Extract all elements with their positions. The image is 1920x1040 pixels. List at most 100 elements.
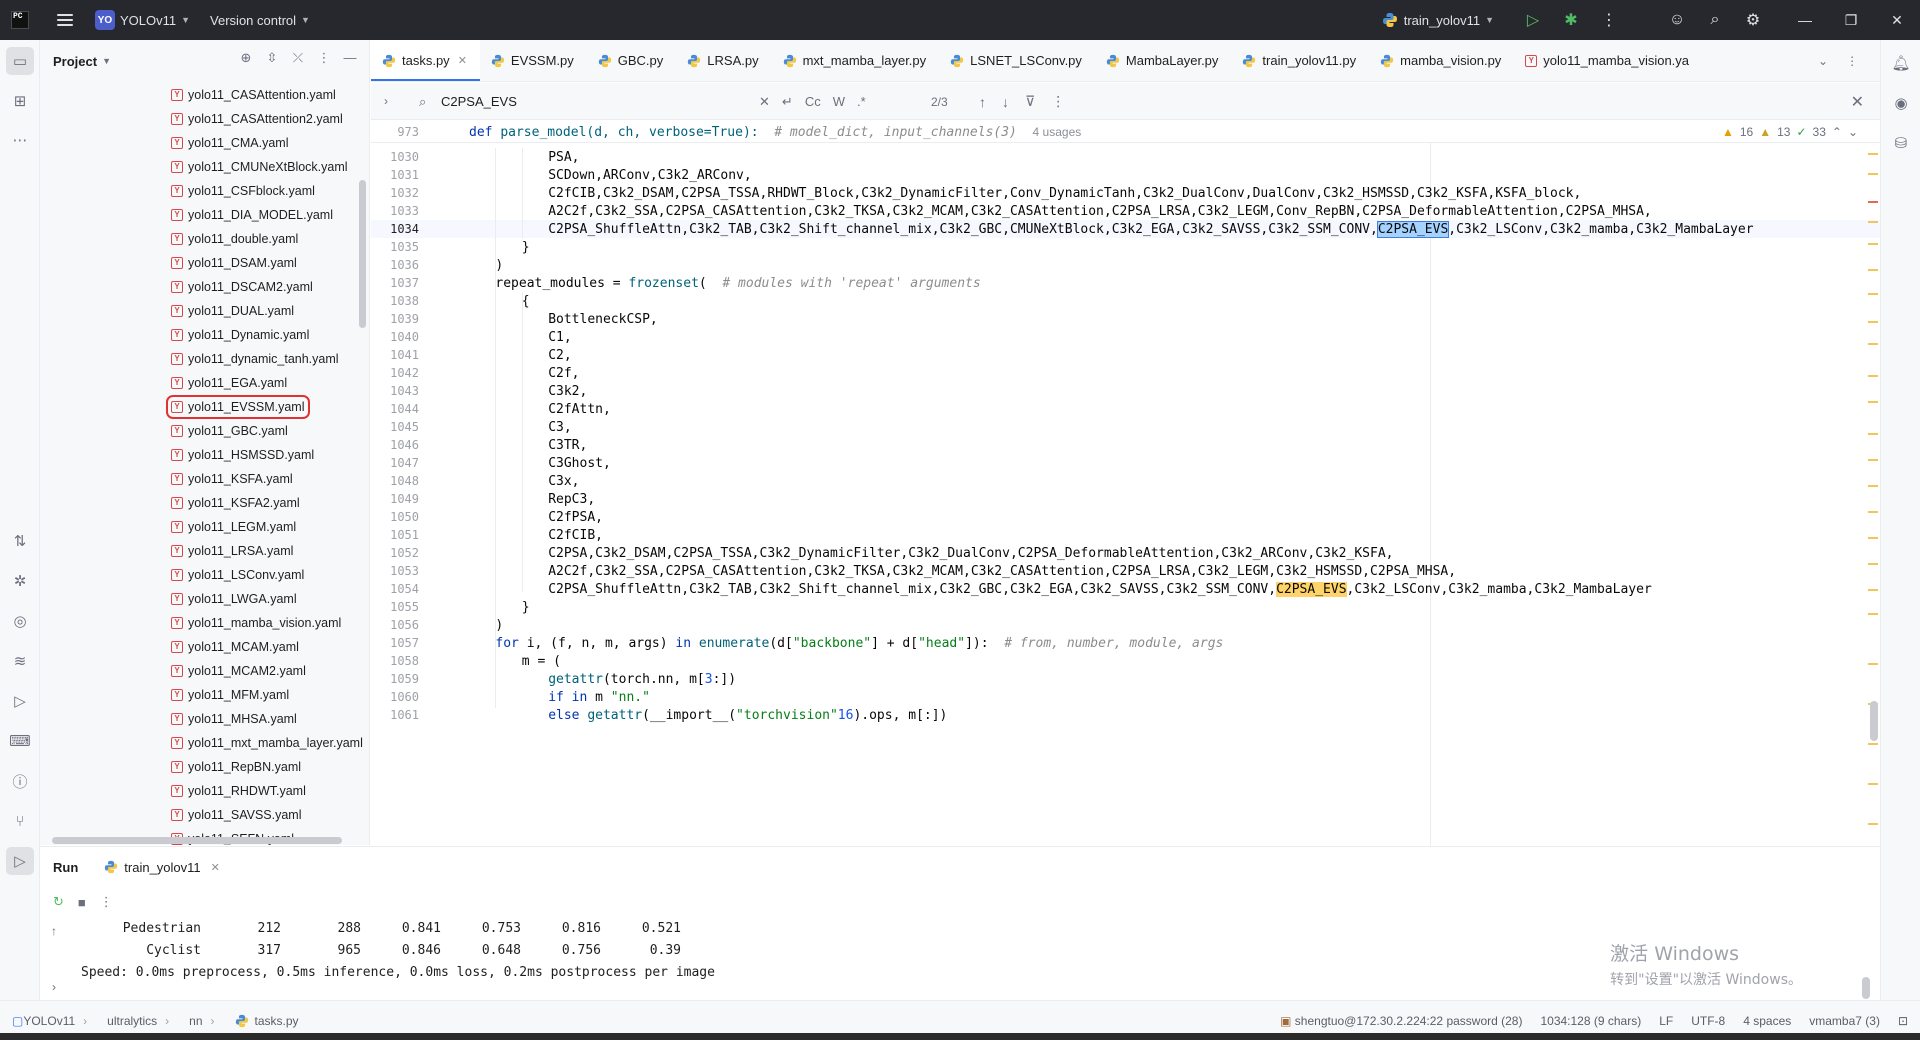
- filter-icon[interactable]: ⊽: [1025, 93, 1035, 110]
- error-stripe-mark[interactable]: [1868, 201, 1878, 203]
- more-tools-icon[interactable]: ⋯: [6, 126, 34, 154]
- find-input[interactable]: [441, 94, 681, 109]
- file-tree-item[interactable]: Yyolo11_DIA_MODEL.yaml: [40, 203, 369, 227]
- tabs-dropdown-icon[interactable]: ⌄: [1818, 54, 1828, 68]
- locate-file-icon[interactable]: ⊕: [235, 50, 257, 66]
- file-tree-item[interactable]: Yyolo11_CASAttention.yaml: [40, 83, 369, 107]
- error-stripe-mark[interactable]: [1868, 269, 1878, 271]
- settings-gear-icon[interactable]: ⚙: [1734, 0, 1772, 40]
- file-tree-item[interactable]: Yyolo11_DUAL.yaml: [40, 299, 369, 323]
- stop-icon[interactable]: ■: [78, 895, 86, 910]
- code-line[interactable]: 1037 repeat_modules = frozenset( # module…: [371, 274, 1880, 292]
- run-more-icon[interactable]: ⋮: [100, 894, 113, 910]
- line-separator[interactable]: LF: [1659, 1014, 1673, 1028]
- file-tree-item[interactable]: Yyolo11_CMUNeXtBlock.yaml: [40, 155, 369, 179]
- next-highlight-icon[interactable]: ⌄: [1848, 125, 1858, 139]
- search-everywhere-icon[interactable]: ⌕: [1696, 0, 1734, 40]
- code-line[interactable]: 1030 PSA,: [371, 148, 1880, 166]
- code-line[interactable]: 1060 if in m "nn.": [371, 688, 1880, 706]
- structure-icon[interactable]: ⊞: [6, 87, 34, 115]
- code-line[interactable]: 1039 BottleneckCSP,: [371, 310, 1880, 328]
- collapse-all-icon[interactable]: ⤫: [287, 50, 309, 66]
- scroll-up-icon[interactable]: ↑: [40, 917, 68, 945]
- run-icon[interactable]: ▷: [1514, 0, 1552, 40]
- file-tree-item[interactable]: Yyolo11_EGA.yaml: [40, 371, 369, 395]
- breadcrumb-item[interactable]: ultralytics: [107, 1014, 157, 1028]
- code-line[interactable]: 1035}: [371, 238, 1880, 256]
- options-icon[interactable]: ⋮: [313, 50, 335, 66]
- error-stripe-mark[interactable]: [1868, 743, 1878, 745]
- error-stripe-mark[interactable]: [1868, 343, 1878, 345]
- python-packages-icon[interactable]: ◎: [6, 607, 34, 635]
- indent-setting[interactable]: 4 spaces: [1743, 1014, 1791, 1028]
- clear-search-icon[interactable]: ✕: [759, 94, 770, 110]
- error-stripe-mark[interactable]: [1868, 321, 1878, 323]
- editor-vertical-scrollbar[interactable]: [1870, 701, 1878, 741]
- error-stripe-mark[interactable]: [1868, 823, 1878, 825]
- find-field[interactable]: ⌕: [411, 88, 771, 115]
- code-line[interactable]: 1061 else getattr(__import__("torchvision…: [371, 706, 1880, 724]
- console-output[interactable]: Pedestrian 212 288 0.841 0.753 0.816 0.521 Cycl…: [81, 917, 715, 983]
- file-encoding[interactable]: UTF-8: [1691, 1014, 1725, 1028]
- minimize-window-icon[interactable]: —: [1782, 0, 1828, 40]
- tab-yolo11-mamba-vision-ya[interactable]: Yyolo11_mamba_vision.ya: [1514, 40, 1702, 81]
- file-tree-item[interactable]: Yyolo11_dynamic_tanh.yaml: [40, 347, 369, 371]
- error-stripe-mark[interactable]: [1868, 375, 1878, 377]
- match-case-toggle[interactable]: Cc: [805, 94, 821, 109]
- database-icon[interactable]: ⛁: [1887, 129, 1915, 157]
- bug-icon[interactable]: ✲: [6, 567, 34, 595]
- code-line[interactable]: 1032 C2fCIB,C3k2_DSAM,C2PSA_TSSA,RHDWT_Bl…: [371, 184, 1880, 202]
- error-stripe-mark[interactable]: [1868, 221, 1878, 223]
- interpreter-status[interactable]: ▣ shengtuo@172.30.2.224:22 password (28): [1280, 1014, 1522, 1028]
- code-line[interactable]: 1036): [371, 256, 1880, 274]
- error-stripe-mark[interactable]: [1868, 783, 1878, 785]
- caret-position[interactable]: 1034:128 (9 chars): [1540, 1014, 1641, 1028]
- find-options-icon[interactable]: ⋮: [1051, 93, 1065, 110]
- close-find-icon[interactable]: ✕: [1851, 83, 1864, 120]
- tab-mambalayer-py[interactable]: MambaLayer.py: [1095, 40, 1232, 81]
- file-tree-item[interactable]: Yyolo11_Dynamic.yaml: [40, 323, 369, 347]
- error-stripe-mark[interactable]: [1868, 563, 1878, 565]
- file-tree-item[interactable]: Yyolo11_DSCAM2.yaml: [40, 275, 369, 299]
- code-line[interactable]: 1045 C3,: [371, 418, 1880, 436]
- close-tab-icon[interactable]: ✕: [211, 861, 220, 874]
- error-stripe-mark[interactable]: [1868, 293, 1878, 295]
- error-stripe-mark[interactable]: [1868, 433, 1878, 435]
- file-tree-item[interactable]: Yyolo11_MHSA.yaml: [40, 707, 369, 731]
- tab-mamba-vision-py[interactable]: mamba_vision.py: [1369, 40, 1514, 81]
- file-tree-item[interactable]: Yyolo11_RHDWT.yaml: [40, 779, 369, 803]
- breadcrumb-item[interactable]: ▢ YOLOv11: [12, 1014, 75, 1028]
- regex-toggle[interactable]: .*: [857, 94, 866, 109]
- error-stripe-mark[interactable]: [1868, 613, 1878, 615]
- error-stripe-mark[interactable]: [1868, 459, 1878, 461]
- error-stripe-mark[interactable]: [1868, 173, 1878, 175]
- run-tool-icon[interactable]: ▷: [6, 847, 34, 875]
- error-stripe-mark[interactable]: [1868, 153, 1878, 155]
- rerun-icon[interactable]: ↻: [53, 894, 64, 910]
- file-tree-item[interactable]: Yyolo11_LSConv.yaml: [40, 563, 369, 587]
- terminal-icon[interactable]: ⌨: [6, 727, 34, 755]
- tree-horizontal-scrollbar[interactable]: [52, 837, 342, 844]
- file-tree-item[interactable]: Yyolo11_KSFA2.yaml: [40, 491, 369, 515]
- previous-highlight-icon[interactable]: ⌃: [1832, 125, 1842, 139]
- whole-word-toggle[interactable]: W: [833, 94, 845, 109]
- code-line[interactable]: 1040 C1,: [371, 328, 1880, 346]
- file-tree-item[interactable]: Yyolo11_HSMSSD.yaml: [40, 443, 369, 467]
- close-window-icon[interactable]: ✕: [1874, 0, 1920, 40]
- readonly-lock-icon[interactable]: ⊡: [1898, 1014, 1908, 1028]
- scroll-down-icon[interactable]: ›: [40, 973, 68, 1001]
- inspection-summary[interactable]: ▲ 16 ▲ 13 ✓ 33 ⌃ ⌄: [1722, 121, 1858, 143]
- code-line[interactable]: 1047 C3Ghost,: [371, 454, 1880, 472]
- error-stripe-mark[interactable]: [1868, 511, 1878, 513]
- previous-match-icon[interactable]: ↑: [979, 94, 986, 110]
- file-tree-item[interactable]: Yyolo11_LRSA.yaml: [40, 539, 369, 563]
- code-line[interactable]: 1053 A2C2f,C3k2_SSA,C2PSA_CASAttention,C3…: [371, 562, 1880, 580]
- project-selector[interactable]: YO YOLOv11 ▼: [73, 0, 190, 40]
- file-tree-item[interactable]: Yyolo11_mamba_vision.yaml: [40, 611, 369, 635]
- tab-train-yolov11-py[interactable]: train_yolov11.py: [1231, 40, 1369, 81]
- file-tree-item[interactable]: Yyolo11_MCAM2.yaml: [40, 659, 369, 683]
- run-config-selector[interactable]: train_yolov11 ▼: [1382, 12, 1494, 28]
- file-tree-item[interactable]: Yyolo11_MCAM.yaml: [40, 635, 369, 659]
- tab-lsnet-lsconv-py[interactable]: LSNET_LSConv.py: [939, 40, 1095, 81]
- new-line-icon[interactable]: ↵: [782, 94, 793, 110]
